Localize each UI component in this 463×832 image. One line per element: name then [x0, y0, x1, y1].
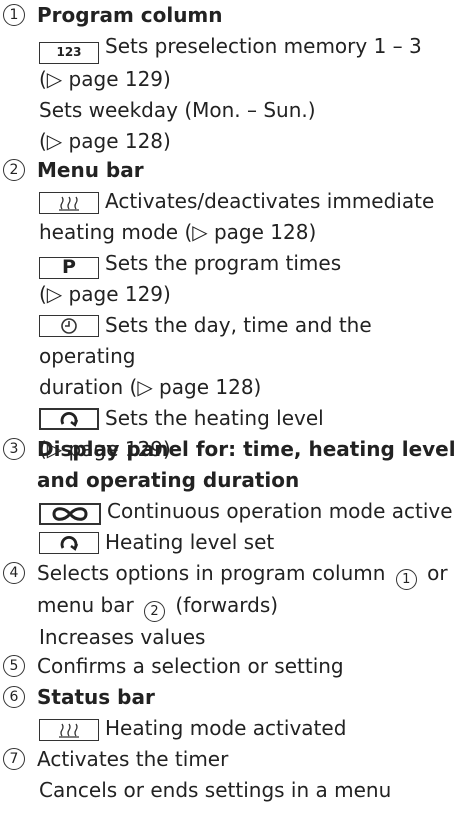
ref-badge-1: 1 [395, 569, 417, 590]
program-times-text: Sets the program times [105, 251, 342, 275]
item-menu-bar: 2 Menu bar Activates/deactivates immediat… [0, 155, 463, 465]
forwards-text: (forwards) [175, 593, 279, 617]
selects-options-text: Selects options in program column [37, 561, 386, 585]
program-times-page-ref: (▷ page 129) [39, 282, 171, 306]
ref-badge-2: 2 [144, 601, 166, 622]
menu-bar-text: menu bar [37, 593, 134, 617]
activates-timer-text: Activates the timer [37, 747, 229, 771]
increases-values-text: Increases values [39, 625, 206, 649]
number-badge-1: 1 [3, 4, 25, 26]
number-badge-5: 5 [3, 655, 25, 677]
display-panel-title-2: and operating duration [37, 468, 300, 492]
number-badge-4: 4 [3, 562, 25, 584]
heating-level-icon [39, 408, 99, 430]
continuous-icon [39, 503, 101, 525]
number-badge-7: 7 [3, 748, 25, 770]
item-display-panel: 3 Display panel for: time, heating level… [0, 434, 463, 558]
status-bar-title: Status bar [37, 685, 155, 709]
heating-level-set-text: Heating level set [105, 530, 275, 554]
item-program-column: 1 Program column 123 Sets preselection mem… [0, 0, 463, 157]
number-badge-6: 6 [3, 686, 25, 708]
heating-icon [39, 192, 99, 214]
menu-bar-title: Menu bar [37, 158, 144, 182]
program-p-symbol: P [39, 256, 99, 279]
item-timer: 7 Activates the timer Cancels or ends set… [0, 744, 463, 806]
number-badge-3: 3 [3, 438, 25, 460]
heating-level-icon [39, 532, 99, 554]
heating-mode-page-ref: heating mode (▷ page 128) [39, 220, 317, 244]
heating-mode-activated-text: Heating mode activated [105, 716, 347, 740]
cancels-settings-text: Cancels or ends settings in a menu [39, 778, 392, 802]
continuous-mode-text: Continuous operation mode active [107, 499, 453, 523]
item-confirms: 5 Confirms a selection or setting [0, 651, 463, 682]
item-selects-options: 4 Selects options in program column 1 or… [0, 558, 463, 653]
heating-icon [39, 719, 99, 741]
number-badge-2: 2 [3, 159, 25, 181]
display-panel-title-1: Display panel for: time, heating level [37, 437, 456, 461]
page-ref-129: (▷ page 129) [39, 66, 171, 91]
program-column-title: Program column [37, 3, 223, 27]
preselection-symbol: 123 [39, 41, 99, 64]
immediate-heating-text: Activates/deactivates immediate [105, 189, 435, 213]
weekday-text: Sets weekday (Mon. – Sun.) [39, 97, 316, 122]
item-status-bar: 6 Status bar Heating mode activated [0, 682, 463, 744]
or-text: or [427, 561, 448, 585]
preselection-text: Sets preselection memory 1 – 3 [105, 34, 422, 58]
clock-icon [39, 315, 99, 337]
duration-page-ref: duration (▷ page 128) [39, 375, 262, 399]
heating-level-text: Sets the heating level [105, 406, 324, 430]
confirms-text: Confirms a selection or setting [37, 654, 344, 678]
page-ref-128: (▷ page 128) [39, 128, 171, 153]
